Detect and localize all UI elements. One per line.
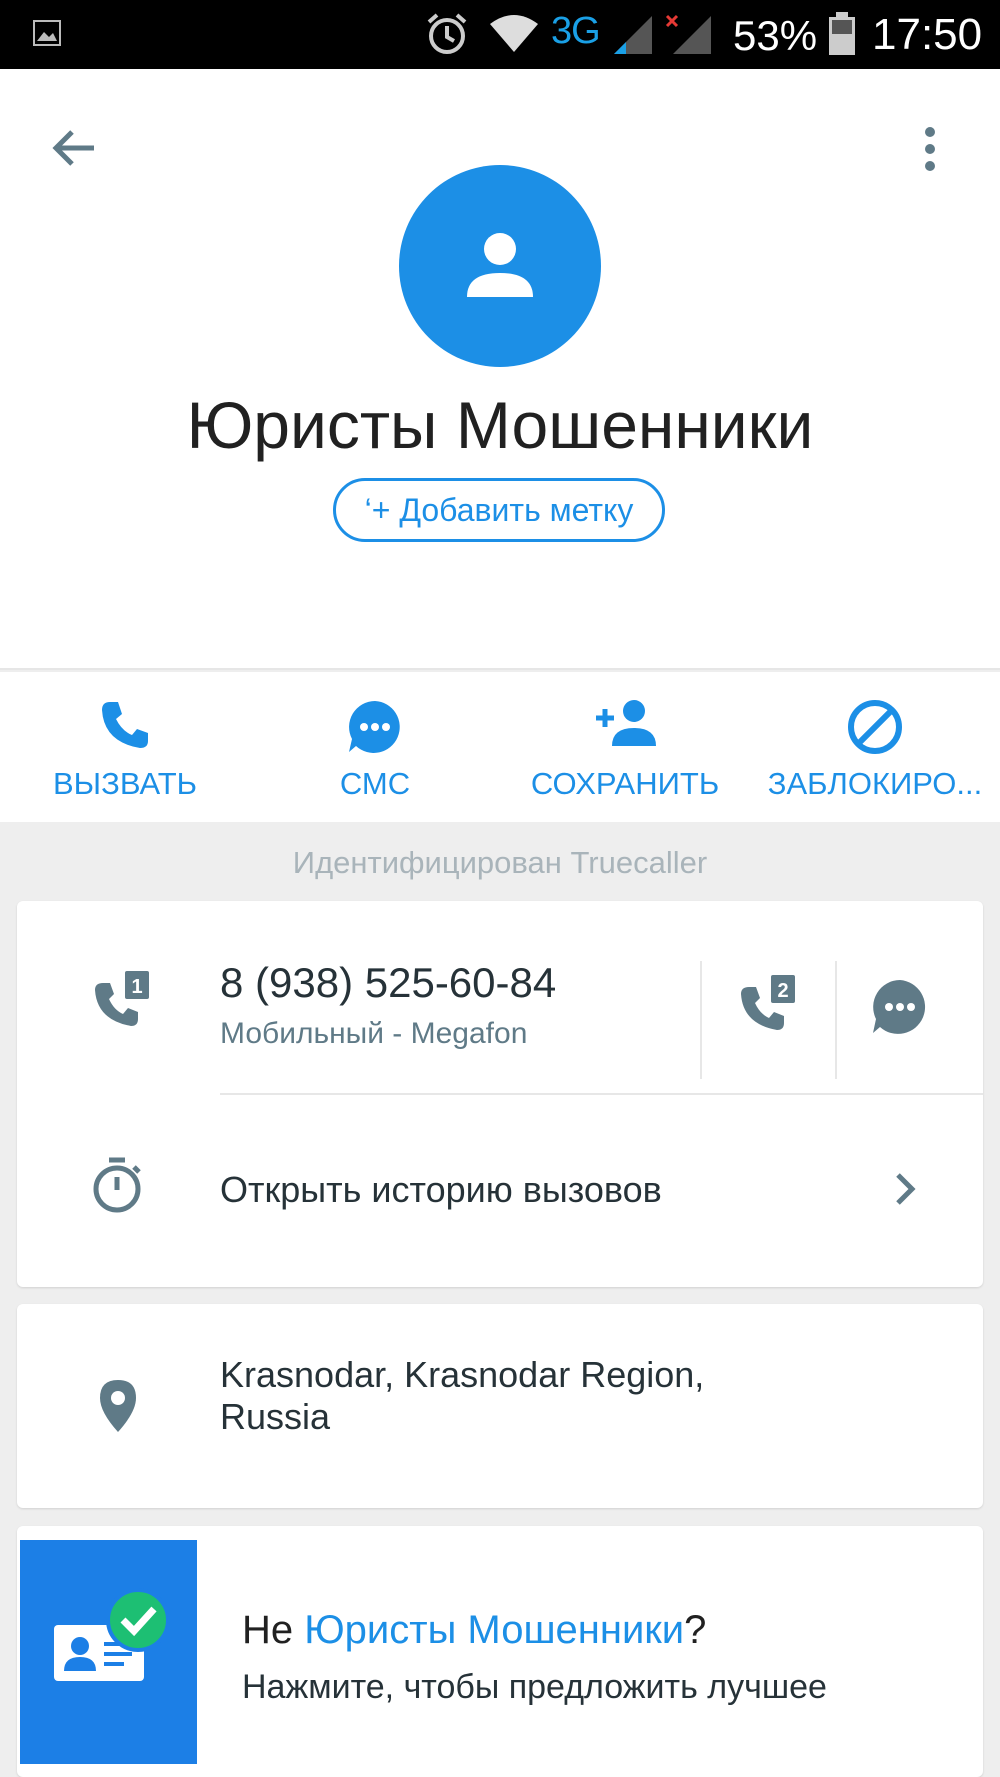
call-history-row[interactable]: Открыть историю вызовов — [17, 1095, 983, 1287]
chevron-right-icon — [890, 1169, 920, 1214]
chat-bubble-icon — [349, 701, 400, 753]
address-line1: Krasnodar, Krasnodar Region, — [220, 1354, 705, 1395]
block-button[interactable]: ЗАБЛОКИРО... — [750, 672, 1000, 822]
suggestion-name: Юристы Мошенники — [304, 1608, 685, 1652]
phone-sim1-icon: 1 — [95, 971, 149, 1026]
suggestion-title: Не Юристы Мошенники? — [242, 1608, 706, 1653]
signal-no-sim-icon — [665, 14, 715, 61]
suggestion-prefix: Не — [242, 1608, 305, 1652]
sim1-badge: 1 — [131, 976, 142, 998]
add-tag-button[interactable]: ‘+ Добавить метку — [333, 478, 665, 542]
alarm-icon — [425, 12, 469, 61]
divider — [700, 961, 702, 1079]
call-button[interactable]: ВЫЗВАТЬ — [0, 672, 250, 822]
person-icon — [467, 233, 533, 297]
more-options-button[interactable] — [920, 124, 958, 184]
status-bar: 3G 53% 17:50 — [0, 0, 1000, 69]
save-button[interactable]: СОХРАНИТЬ — [500, 672, 750, 822]
location-card: Krasnodar, Krasnodar Region, Russia — [17, 1304, 983, 1508]
phone-card: 1 8 (938) 525-60-84 Мобильный - Megafon … — [17, 901, 983, 1287]
id-card-illustration — [20, 1540, 197, 1764]
call-history-label: Открыть историю вызовов — [220, 1169, 662, 1210]
phone-type: Мобильный - Megafon — [220, 1017, 528, 1050]
suggestion-suffix: ? — [684, 1608, 707, 1652]
location-pin-icon — [98, 1378, 138, 1439]
sms-label: СМС — [339, 766, 411, 801]
signal-icon — [612, 14, 656, 61]
battery-icon — [828, 12, 856, 61]
call-label: ВЫЗВАТЬ — [52, 766, 198, 801]
phone-sim2-icon: 2 — [741, 975, 795, 1030]
timer-icon — [89, 1155, 145, 1220]
contact-header: Юристы Мошенники ‘+ Добавить метку — [0, 69, 1000, 670]
identified-by-label: Идентифицирован Truecaller — [292, 845, 708, 880]
contact-name: Юристы Мошенники — [186, 388, 814, 462]
address: Krasnodar, Krasnodar Region, Russia — [220, 1354, 780, 1438]
add-person-icon — [596, 700, 656, 746]
wifi-icon — [488, 14, 540, 59]
message-button[interactable] — [870, 977, 930, 1042]
block-icon — [848, 700, 902, 754]
clock: 17:50 — [872, 10, 983, 59]
block-label: ЗАБЛОКИРО... — [767, 766, 983, 801]
address-line2: Russia — [220, 1396, 331, 1437]
suggestion-subtitle: Нажмите, чтобы предложить лучшее — [242, 1668, 827, 1706]
battery-percent: 53% — [733, 12, 818, 59]
back-button[interactable] — [50, 124, 110, 184]
divider — [835, 961, 837, 1079]
sms-button[interactable]: СМС — [250, 672, 500, 822]
call-sim2-button[interactable]: 2 — [735, 973, 801, 1044]
call-sim1-button[interactable]: 1 — [89, 969, 155, 1040]
id-card-icon — [54, 1588, 170, 1681]
sim2-badge: 2 — [777, 980, 788, 1002]
phone-icon — [102, 702, 148, 748]
gallery-notification-icon — [33, 20, 61, 51]
network-type: 3G — [551, 10, 601, 52]
save-label: СОХРАНИТЬ — [530, 766, 720, 801]
suggest-name-card[interactable]: Не Юристы Мошенники? Нажмите, чтобы пред… — [17, 1526, 983, 1777]
chat-bubble-icon — [873, 980, 926, 1034]
phone-number[interactable]: 8 (938) 525-60-84 — [220, 959, 556, 1007]
action-bar: ВЫЗВАТЬ СМС СОХРАНИТЬ ЗАБЛОКИРО... — [0, 672, 1000, 822]
arrow-left-icon — [52, 130, 94, 166]
avatar — [399, 165, 601, 367]
more-vert-icon — [925, 127, 935, 171]
